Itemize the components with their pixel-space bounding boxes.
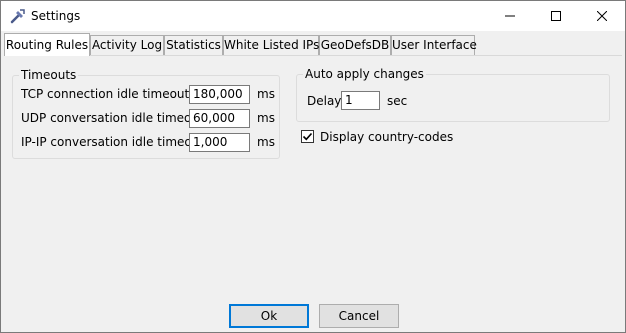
tab-statistics[interactable]: Statistics (164, 35, 223, 55)
country-codes-checkbox[interactable] (301, 130, 314, 143)
close-icon (597, 11, 607, 21)
delay-unit: sec (387, 94, 408, 108)
tab-routing-rules[interactable]: Routing Rules (4, 33, 90, 56)
maximize-icon (551, 11, 561, 21)
delay-input[interactable]: 1 (341, 91, 380, 110)
tab-geodefsdb[interactable]: GeoDefsDB (319, 35, 391, 55)
udp-timeout-unit: ms (257, 111, 275, 125)
title-bar: Settings (1, 1, 625, 31)
delay-label: Delay (307, 94, 342, 108)
settings-tool-icon (10, 8, 26, 24)
maximize-button[interactable] (533, 1, 579, 31)
tcp-timeout-unit: ms (257, 87, 275, 101)
settings-window: Settings Routing Rules Activity Log Stat… (0, 0, 626, 333)
tcp-timeout-label: TCP connection idle timeout (21, 87, 190, 101)
timeouts-group: Timeouts TCP connection idle timeout 180… (12, 68, 280, 159)
tab-user-interface[interactable]: User Interface (391, 35, 477, 55)
auto-apply-group-title: Auto apply changes (303, 67, 426, 81)
close-button[interactable] (579, 1, 625, 31)
ipip-timeout-input[interactable]: 1,000 (189, 133, 250, 152)
country-codes-label[interactable]: Display country-codes (320, 130, 453, 144)
window-title: Settings (31, 9, 81, 23)
udp-timeout-input[interactable]: 60,000 (189, 109, 250, 128)
udp-timeout-label: UDP conversation idle timeout (21, 111, 204, 125)
checkmark-icon (302, 132, 313, 141)
ipip-timeout-unit: ms (257, 135, 275, 149)
auto-apply-group: Auto apply changes Delay 1 sec (296, 67, 610, 122)
tab-activity-log[interactable]: Activity Log (90, 35, 164, 55)
ipip-timeout-label: IP-IP conversation idle timeout (21, 135, 205, 149)
timeouts-group-title: Timeouts (19, 68, 79, 82)
minimize-button[interactable] (487, 1, 533, 31)
minimize-icon (505, 15, 515, 17)
tab-white-listed-ips[interactable]: White Listed IPs (223, 35, 319, 55)
cancel-button[interactable]: Cancel (319, 304, 399, 328)
tcp-timeout-input[interactable]: 180,000 (189, 85, 250, 104)
routing-rules-panel: Timeouts TCP connection idle timeout 180… (4, 55, 622, 295)
ok-button[interactable]: Ok (229, 304, 309, 328)
